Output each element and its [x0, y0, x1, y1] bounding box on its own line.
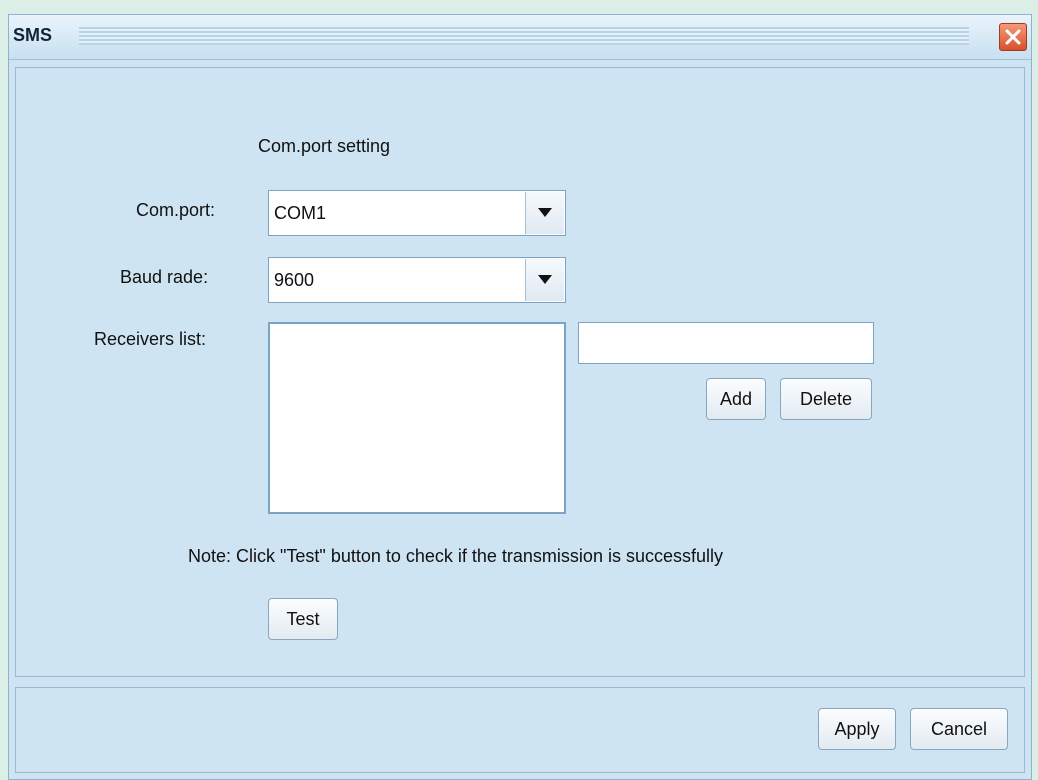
- section-title: Com.port setting: [258, 136, 391, 156]
- com-port-label: Com.port:: [136, 200, 216, 220]
- sms-dialog: SMS Com.port setting Com.port: COM1 Baud…: [8, 14, 1032, 780]
- baud-rate-label: Baud rade:: [120, 267, 209, 287]
- action-bar: Apply Cancel: [15, 687, 1025, 773]
- com-port-value: COM1: [274, 203, 327, 223]
- chevron-down-icon: [538, 208, 552, 217]
- window-title: SMS: [13, 25, 53, 45]
- settings-panel: Com.port setting Com.port: COM1 Baud rad…: [15, 67, 1025, 677]
- test-button[interactable]: Test: [268, 598, 338, 640]
- com-port-dropdown-button[interactable]: [525, 192, 564, 234]
- title-bar[interactable]: SMS: [9, 15, 1031, 60]
- title-bar-decoration: [79, 27, 969, 45]
- close-button[interactable]: [999, 23, 1027, 51]
- delete-button[interactable]: Delete: [780, 378, 872, 420]
- cancel-button[interactable]: Cancel: [910, 708, 1008, 750]
- chevron-down-icon: [538, 275, 552, 284]
- baud-rate-value: 9600: [274, 270, 315, 290]
- note-text: Note: Click "Test" button to check if th…: [188, 546, 723, 566]
- apply-button[interactable]: Apply: [818, 708, 896, 750]
- receivers-list[interactable]: [268, 322, 566, 514]
- com-port-select[interactable]: COM1: [268, 190, 566, 236]
- receiver-input[interactable]: [578, 322, 874, 364]
- close-icon: [1005, 29, 1021, 45]
- receivers-list-label: Receivers list:: [94, 329, 207, 349]
- baud-rate-dropdown-button[interactable]: [525, 259, 564, 301]
- add-button[interactable]: Add: [706, 378, 766, 420]
- baud-rate-select[interactable]: 9600: [268, 257, 566, 303]
